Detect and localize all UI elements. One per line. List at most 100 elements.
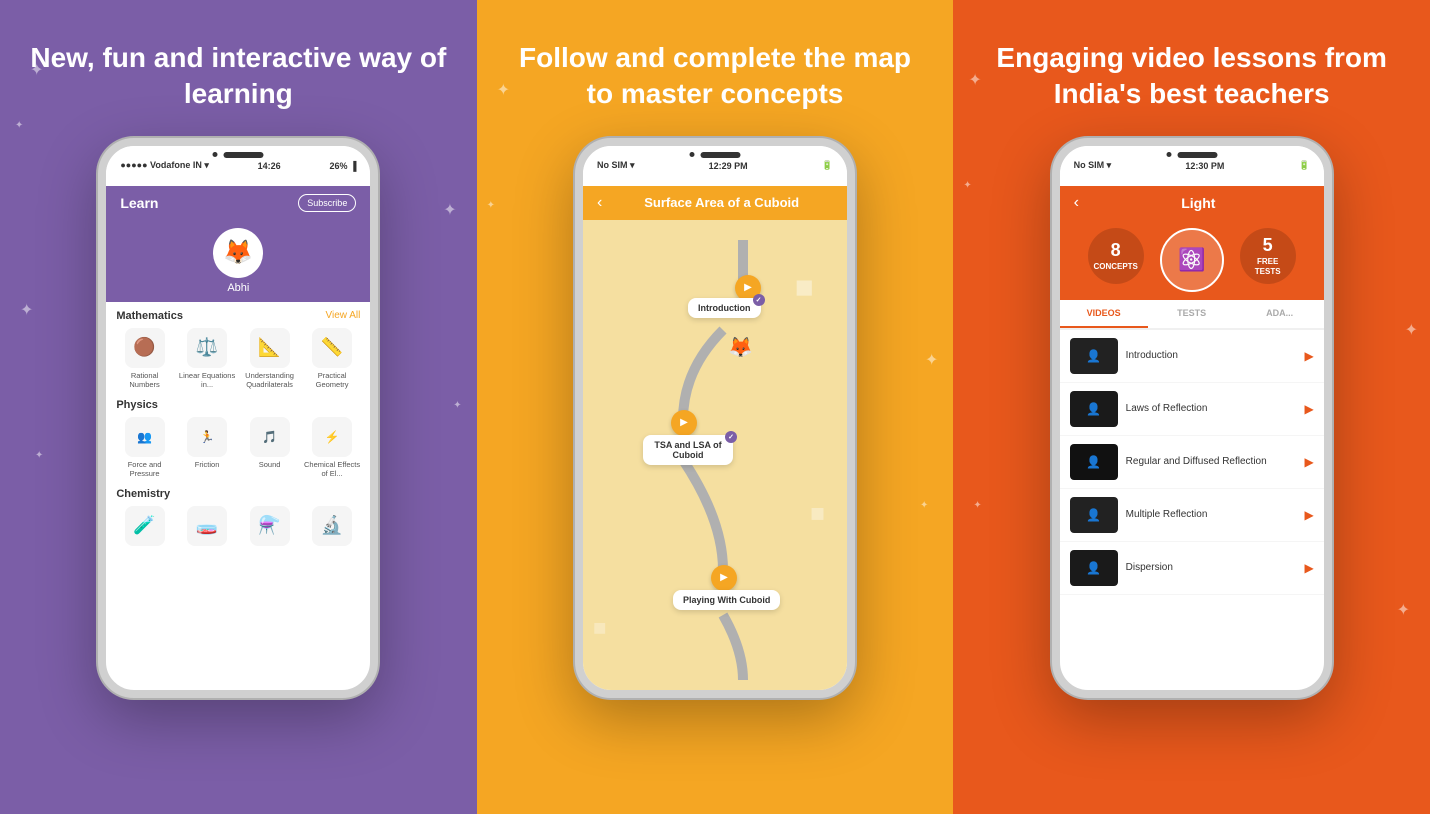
panel-3: ✦ ✦ ✦ ✦ ✦ Engaging video lessons from In… [953, 0, 1430, 814]
subject-rational-numbers[interactable]: 🟤 Rational Numbers [116, 328, 173, 389]
subject-friction[interactable]: 🏃 Friction [179, 417, 236, 478]
intro-check: ✓ [753, 294, 765, 306]
status-bar-3: No SIM ▾ 12:30 PM 🔋 [1060, 146, 1324, 186]
subject-chemical[interactable]: ⚡ Chemical Effects of El... [304, 417, 361, 478]
back-button-2[interactable]: ‹ [597, 194, 602, 212]
chem-icon-3: ⚗️ [250, 506, 290, 546]
star-decoration: ✦ [920, 500, 928, 511]
light-header: ‹ Light [1060, 186, 1324, 220]
quadrilaterals-icon: 📐 [250, 328, 290, 368]
teacher-icon-4: 👤 [1086, 508, 1101, 522]
star-decoration: ✦ [968, 70, 981, 90]
app-header-1: Learn Subscribe [106, 186, 370, 220]
play-icon-intro[interactable]: ▶ [1304, 349, 1313, 363]
tab-tests[interactable]: TESTS [1148, 300, 1236, 328]
panel-2: ✦ ✦ ✦ ✦ Follow and complete the map to m… [477, 0, 954, 814]
play-icon-laws[interactable]: ▶ [1304, 402, 1313, 416]
header-title-1: Learn [120, 195, 158, 211]
subject-sound[interactable]: 🎵 Sound [241, 417, 298, 478]
star-decoration: ✦ [487, 200, 495, 211]
friction-icon: 🏃 [187, 417, 227, 457]
quadrilaterals-label: Understanding Quadrilaterals [241, 371, 298, 389]
star-decoration: ✦ [963, 180, 971, 191]
intro-node[interactable]: Introduction ✓ [688, 298, 761, 318]
phone-notch-3 [1166, 146, 1217, 158]
status-battery-2: 🔋 [822, 160, 833, 171]
subscribe-button[interactable]: Subscribe [298, 194, 356, 212]
chem-item-4[interactable]: 🔬 [304, 506, 361, 549]
play-icon-multiple[interactable]: ▶ [1304, 508, 1313, 522]
status-time-2: 12:29 PM [709, 161, 748, 171]
math-view-all[interactable]: View All [325, 310, 360, 321]
phone-mockup-2: No SIM ▾ 12:29 PM 🔋 ‹ Surface Area of a … [575, 138, 855, 698]
phone-notch-2 [690, 146, 741, 158]
video-title-laws: Laws of Reflection [1126, 402, 1297, 415]
math-grid: 🟤 Rational Numbers ⚖️ Linear Equations i… [116, 328, 360, 389]
chem-item-1[interactable]: 🧪 [116, 506, 173, 549]
tsa-node-label: TSA and LSA of Cuboid [654, 440, 721, 460]
panel-1-title: New, fun and interactive way of learning [30, 40, 447, 113]
panel-2-title: Follow and complete the map to master co… [507, 40, 924, 113]
status-carrier: ●●●●● Vodafone IN ▾ [120, 160, 209, 171]
science-icon-circle: ⚛️ [1160, 228, 1224, 292]
front-camera [213, 152, 218, 157]
force-pressure-icon: 👥 [125, 417, 165, 457]
tests-count: 5 [1263, 234, 1273, 257]
star-decoration: ✦ [15, 120, 23, 131]
chem-icon-2: 🧫 [187, 506, 227, 546]
play-button-playing[interactable]: ▶ [711, 565, 737, 591]
star-decoration: ✦ [20, 300, 33, 320]
physics-section-header: Physics [116, 399, 360, 411]
chemistry-title: Chemistry [116, 488, 170, 500]
video-item-multiple[interactable]: 👤 Multiple Reflection ▶ [1060, 489, 1324, 542]
video-item-dispersion[interactable]: 👤 Dispersion ▶ [1060, 542, 1324, 595]
chem-item-2[interactable]: 🧫 [179, 506, 236, 549]
tests-circle[interactable]: 5 FREE TESTS [1240, 228, 1296, 284]
speaker-3 [1177, 152, 1217, 158]
subject-quadrilaterals[interactable]: 📐 Understanding Quadrilaterals [241, 328, 298, 389]
play-icon-regular[interactable]: ▶ [1304, 455, 1313, 469]
force-pressure-label: Force and Pressure [116, 460, 173, 478]
tsa-check: ✓ [725, 431, 737, 443]
linear-equations-icon: ⚖️ [187, 328, 227, 368]
video-item-regular[interactable]: 👤 Regular and Diffused Reflection ▶ [1060, 436, 1324, 489]
video-item-intro[interactable]: 👤 Introduction ▶ [1060, 330, 1324, 383]
status-carrier-3: No SIM ▾ [1074, 160, 1112, 171]
play-icon-dispersion[interactable]: ▶ [1304, 561, 1313, 575]
chem-item-3[interactable]: ⚗️ [241, 506, 298, 549]
tab-ada[interactable]: ADA... [1236, 300, 1324, 328]
teacher-icon-3: 👤 [1086, 455, 1101, 469]
playing-node[interactable]: Playing With Cuboid [673, 590, 780, 610]
video-list: 👤 Introduction ▶ 👤 Laws of Reflection ▶ … [1060, 330, 1324, 595]
video-item-laws[interactable]: 👤 Laws of Reflection ▶ [1060, 383, 1324, 436]
status-carrier-2: No SIM ▾ [597, 160, 635, 171]
back-button-3[interactable]: ‹ [1074, 194, 1079, 212]
video-title-intro: Introduction [1126, 349, 1297, 362]
intro-node-label: Introduction [698, 303, 751, 313]
teacher-icon-5: 👤 [1086, 561, 1101, 575]
phone-mockup-1: ●●●●● Vodafone IN ▾ 14:26 26% ▐ Learn Su… [98, 138, 378, 698]
concepts-circle[interactable]: 8 CONCEPTS [1088, 228, 1144, 284]
subject-practical-geometry[interactable]: 📏 Practical Geometry [304, 328, 361, 389]
light-title: Light [1087, 195, 1310, 211]
panel-1: ✦ ✦ ✦ ✦ ✦ ✦ New, fun and interactive way… [0, 0, 477, 814]
speaker [224, 152, 264, 158]
rational-numbers-label: Rational Numbers [116, 371, 173, 389]
chemical-label: Chemical Effects of El... [304, 460, 361, 478]
tab-videos[interactable]: VIDEOS [1060, 300, 1148, 328]
practical-geometry-icon: 📏 [312, 328, 352, 368]
speaker-2 [701, 152, 741, 158]
status-time: 14:26 [258, 161, 281, 171]
rational-numbers-icon: 🟤 [125, 328, 165, 368]
physics-title: Physics [116, 399, 158, 411]
sound-icon: 🎵 [250, 417, 290, 457]
tsa-node[interactable]: TSA and LSA of Cuboid ✓ [643, 435, 733, 465]
play-button-tsa[interactable]: ▶ [671, 410, 697, 436]
subject-linear-equations[interactable]: ⚖️ Linear Equations in... [179, 328, 236, 389]
video-thumb-laws: 👤 [1070, 391, 1118, 427]
chem-icon-4: 🔬 [312, 506, 352, 546]
tab-bar: VIDEOS TESTS ADA... [1060, 300, 1324, 330]
subject-force-pressure[interactable]: 👥 Force and Pressure [116, 417, 173, 478]
physics-grid: 👥 Force and Pressure 🏃 Friction 🎵 Sound … [116, 417, 360, 478]
chemical-icon: ⚡ [312, 417, 352, 457]
